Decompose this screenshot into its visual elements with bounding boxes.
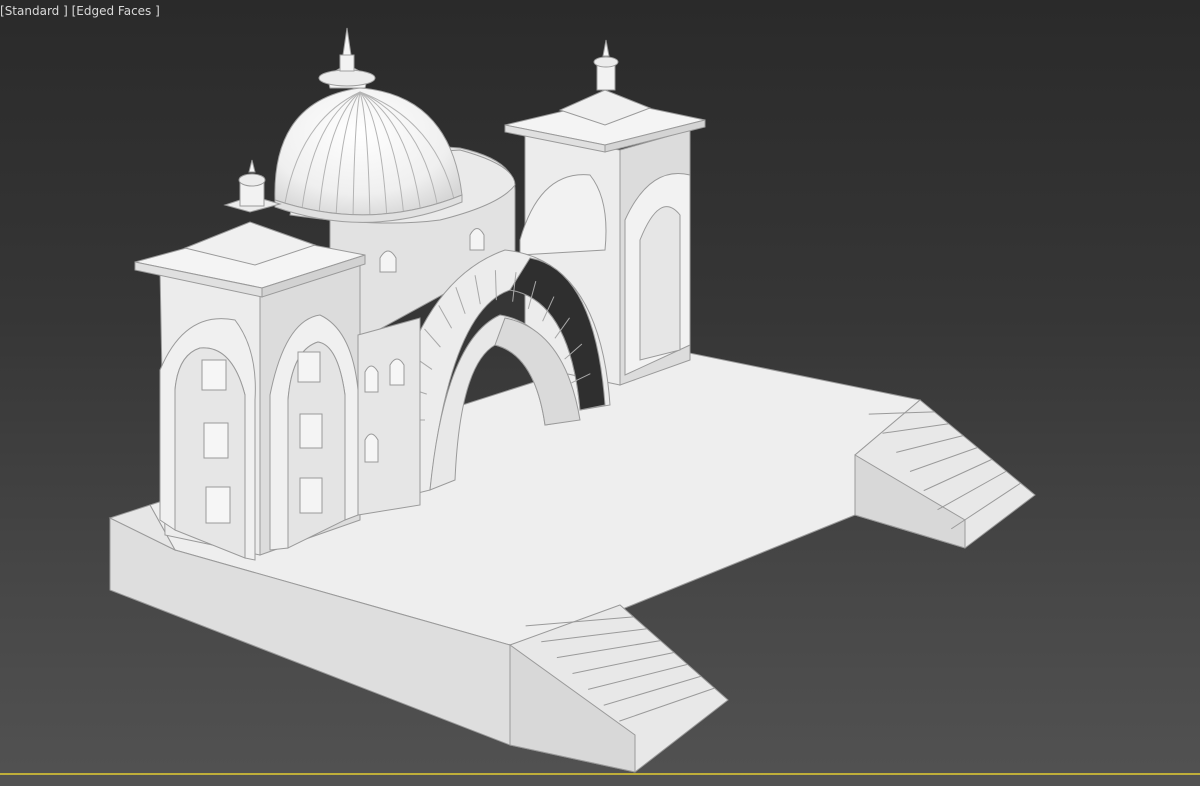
- connecting-wall: [357, 317, 421, 516]
- display-mode-menu[interactable]: Edged Faces: [76, 4, 151, 18]
- central-dome: [274, 27, 463, 223]
- viewport-scene[interactable]: [0, 0, 1200, 786]
- viewport-label-suffix: ]: [151, 4, 160, 18]
- viewport-perspective[interactable]: [Standard ] [Edged Faces ]: [0, 0, 1200, 786]
- shading-mode-menu[interactable]: Standard: [5, 4, 60, 18]
- viewport-label[interactable]: [Standard ] [Edged Faces ]: [0, 4, 160, 18]
- viewport-label-separator: ] [: [59, 4, 77, 18]
- active-viewport-border: [0, 773, 1200, 775]
